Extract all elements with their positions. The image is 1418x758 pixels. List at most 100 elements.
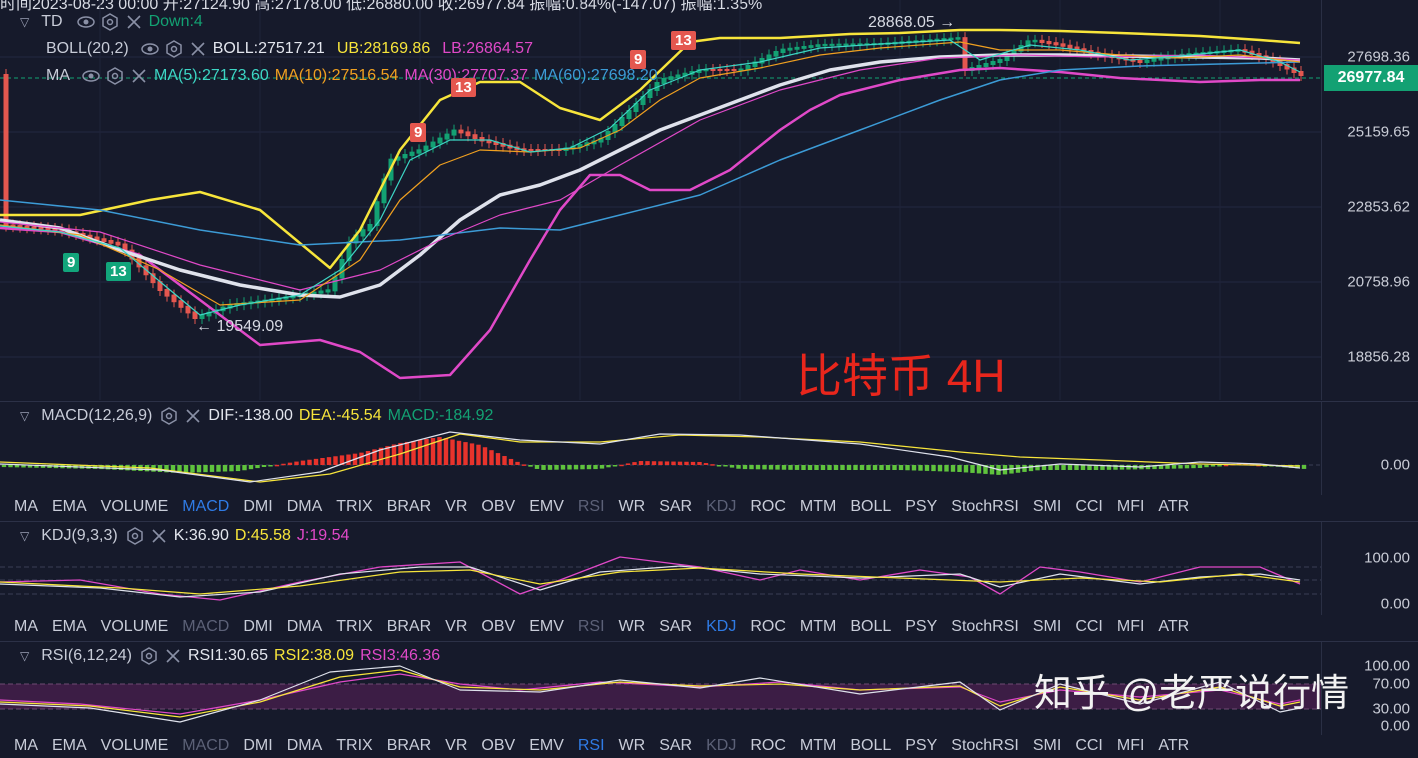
tab-ema[interactable]: EMA	[52, 498, 87, 516]
close-icon[interactable]	[164, 647, 182, 665]
tab-dma[interactable]: DMA	[287, 737, 323, 755]
close-icon[interactable]	[125, 13, 143, 31]
tab-sar[interactable]: SAR	[659, 618, 692, 636]
tab-smi[interactable]: SMI	[1033, 737, 1061, 755]
settings-icon[interactable]	[106, 67, 124, 85]
settings-icon[interactable]	[140, 647, 158, 665]
tab-boll[interactable]: BOLL	[850, 498, 891, 516]
tab-cci[interactable]: CCI	[1075, 618, 1103, 636]
tab-brar[interactable]: BRAR	[387, 618, 431, 636]
tab-roc[interactable]: ROC	[750, 737, 786, 755]
tab-vr[interactable]: VR	[445, 737, 467, 755]
tab-kdj[interactable]: KDJ	[706, 498, 736, 516]
eye-icon[interactable]	[76, 13, 95, 31]
tab-emv[interactable]: EMV	[529, 498, 564, 516]
tab-volume[interactable]: VOLUME	[101, 737, 169, 755]
tab-wr[interactable]: WR	[619, 498, 646, 516]
collapse-chevron-icon[interactable]: ▽	[20, 529, 29, 543]
tab-macd[interactable]: MACD	[182, 618, 229, 636]
tab-ma[interactable]: MA	[14, 618, 38, 636]
tab-dmi[interactable]: DMI	[243, 498, 272, 516]
tab-ma[interactable]: MA	[14, 498, 38, 516]
tab-emv[interactable]: EMV	[529, 737, 564, 755]
tab-roc[interactable]: ROC	[750, 618, 786, 636]
tab-mtm[interactable]: MTM	[800, 618, 836, 636]
tab-volume[interactable]: VOLUME	[101, 498, 169, 516]
close-icon[interactable]	[130, 67, 148, 85]
price-plot-area[interactable]	[0, 0, 1322, 400]
tab-obv[interactable]: OBV	[481, 618, 515, 636]
kdj-axis[interactable]: 100.00 0.00	[1321, 522, 1418, 615]
tab-psy[interactable]: PSY	[905, 498, 937, 516]
tab-trix[interactable]: TRIX	[336, 737, 372, 755]
tab-trix[interactable]: TRIX	[336, 618, 372, 636]
tab-mtm[interactable]: MTM	[800, 737, 836, 755]
tab-atr[interactable]: ATR	[1158, 737, 1189, 755]
tab-dma[interactable]: DMA	[287, 498, 323, 516]
tab-sar[interactable]: SAR	[659, 498, 692, 516]
tab-smi[interactable]: SMI	[1033, 498, 1061, 516]
tab-vr[interactable]: VR	[445, 498, 467, 516]
settings-icon[interactable]	[165, 40, 183, 58]
close-icon[interactable]	[184, 407, 202, 425]
tab-boll[interactable]: BOLL	[850, 737, 891, 755]
macd-dea-value: DEA:-45.54	[298, 407, 382, 424]
tab-kdj[interactable]: KDJ	[706, 737, 736, 755]
tab-ema[interactable]: EMA	[52, 618, 87, 636]
tab-psy[interactable]: PSY	[905, 737, 937, 755]
tab-stochrsi[interactable]: StochRSI	[951, 498, 1019, 516]
tab-rsi[interactable]: RSI	[578, 618, 605, 636]
eye-icon[interactable]	[140, 40, 159, 58]
collapse-chevron-icon[interactable]: ▽	[20, 649, 29, 663]
close-icon[interactable]	[150, 527, 168, 545]
tab-stochrsi[interactable]: StochRSI	[951, 737, 1019, 755]
tab-macd[interactable]: MACD	[182, 737, 229, 755]
settings-icon[interactable]	[101, 13, 119, 31]
tab-boll[interactable]: BOLL	[850, 618, 891, 636]
tab-obv[interactable]: OBV	[481, 737, 515, 755]
tab-cci[interactable]: CCI	[1075, 737, 1103, 755]
tab-mfi[interactable]: MFI	[1117, 498, 1145, 516]
tab-volume[interactable]: VOLUME	[101, 618, 169, 636]
macd-panel[interactable]: 0.00 ▽ MACD(12,26,9) DIF:-138.00 DEA:-45…	[0, 402, 1418, 495]
tab-dma[interactable]: DMA	[287, 618, 323, 636]
tab-brar[interactable]: BRAR	[387, 498, 431, 516]
tab-smi[interactable]: SMI	[1033, 618, 1061, 636]
tab-ma[interactable]: MA	[14, 737, 38, 755]
tab-dmi[interactable]: DMI	[243, 737, 272, 755]
tab-mfi[interactable]: MFI	[1117, 618, 1145, 636]
settings-icon[interactable]	[126, 527, 144, 545]
tab-emv[interactable]: EMV	[529, 618, 564, 636]
tab-trix[interactable]: TRIX	[336, 498, 372, 516]
tab-rsi[interactable]: RSI	[578, 498, 605, 516]
tab-atr[interactable]: ATR	[1158, 618, 1189, 636]
tab-roc[interactable]: ROC	[750, 498, 786, 516]
tab-ema[interactable]: EMA	[52, 737, 87, 755]
price-axis[interactable]: 27698.36 25159.65 22853.62 20758.96 1885…	[1321, 0, 1418, 400]
tab-mtm[interactable]: MTM	[800, 498, 836, 516]
tab-wr[interactable]: WR	[619, 737, 646, 755]
price-chart[interactable]	[0, 0, 1322, 400]
tab-sar[interactable]: SAR	[659, 737, 692, 755]
macd-axis[interactable]: 0.00	[1321, 402, 1418, 495]
eye-icon[interactable]	[82, 67, 100, 85]
tab-stochrsi[interactable]: StochRSI	[951, 618, 1019, 636]
close-icon[interactable]	[189, 40, 207, 58]
collapse-chevron-icon[interactable]: ▽	[20, 409, 29, 423]
tab-obv[interactable]: OBV	[481, 498, 515, 516]
tab-rsi[interactable]: RSI	[578, 737, 605, 755]
settings-icon[interactable]	[160, 407, 178, 425]
tab-psy[interactable]: PSY	[905, 618, 937, 636]
tab-kdj[interactable]: KDJ	[706, 618, 736, 636]
tab-wr[interactable]: WR	[619, 618, 646, 636]
tab-dmi[interactable]: DMI	[243, 618, 272, 636]
tab-cci[interactable]: CCI	[1075, 498, 1103, 516]
tab-vr[interactable]: VR	[445, 618, 467, 636]
tab-mfi[interactable]: MFI	[1117, 737, 1145, 755]
tab-atr[interactable]: ATR	[1158, 498, 1189, 516]
tab-macd[interactable]: MACD	[182, 498, 229, 516]
kdj-panel[interactable]: 100.00 0.00 ▽ KDJ(9,3,3) K:36.90 D:45.58…	[0, 522, 1418, 615]
tab-brar[interactable]: BRAR	[387, 737, 431, 755]
collapse-chevron-icon[interactable]: ▽	[20, 15, 29, 29]
main-chart-panel[interactable]: 27698.36 25159.65 22853.62 20758.96 1885…	[0, 0, 1418, 402]
